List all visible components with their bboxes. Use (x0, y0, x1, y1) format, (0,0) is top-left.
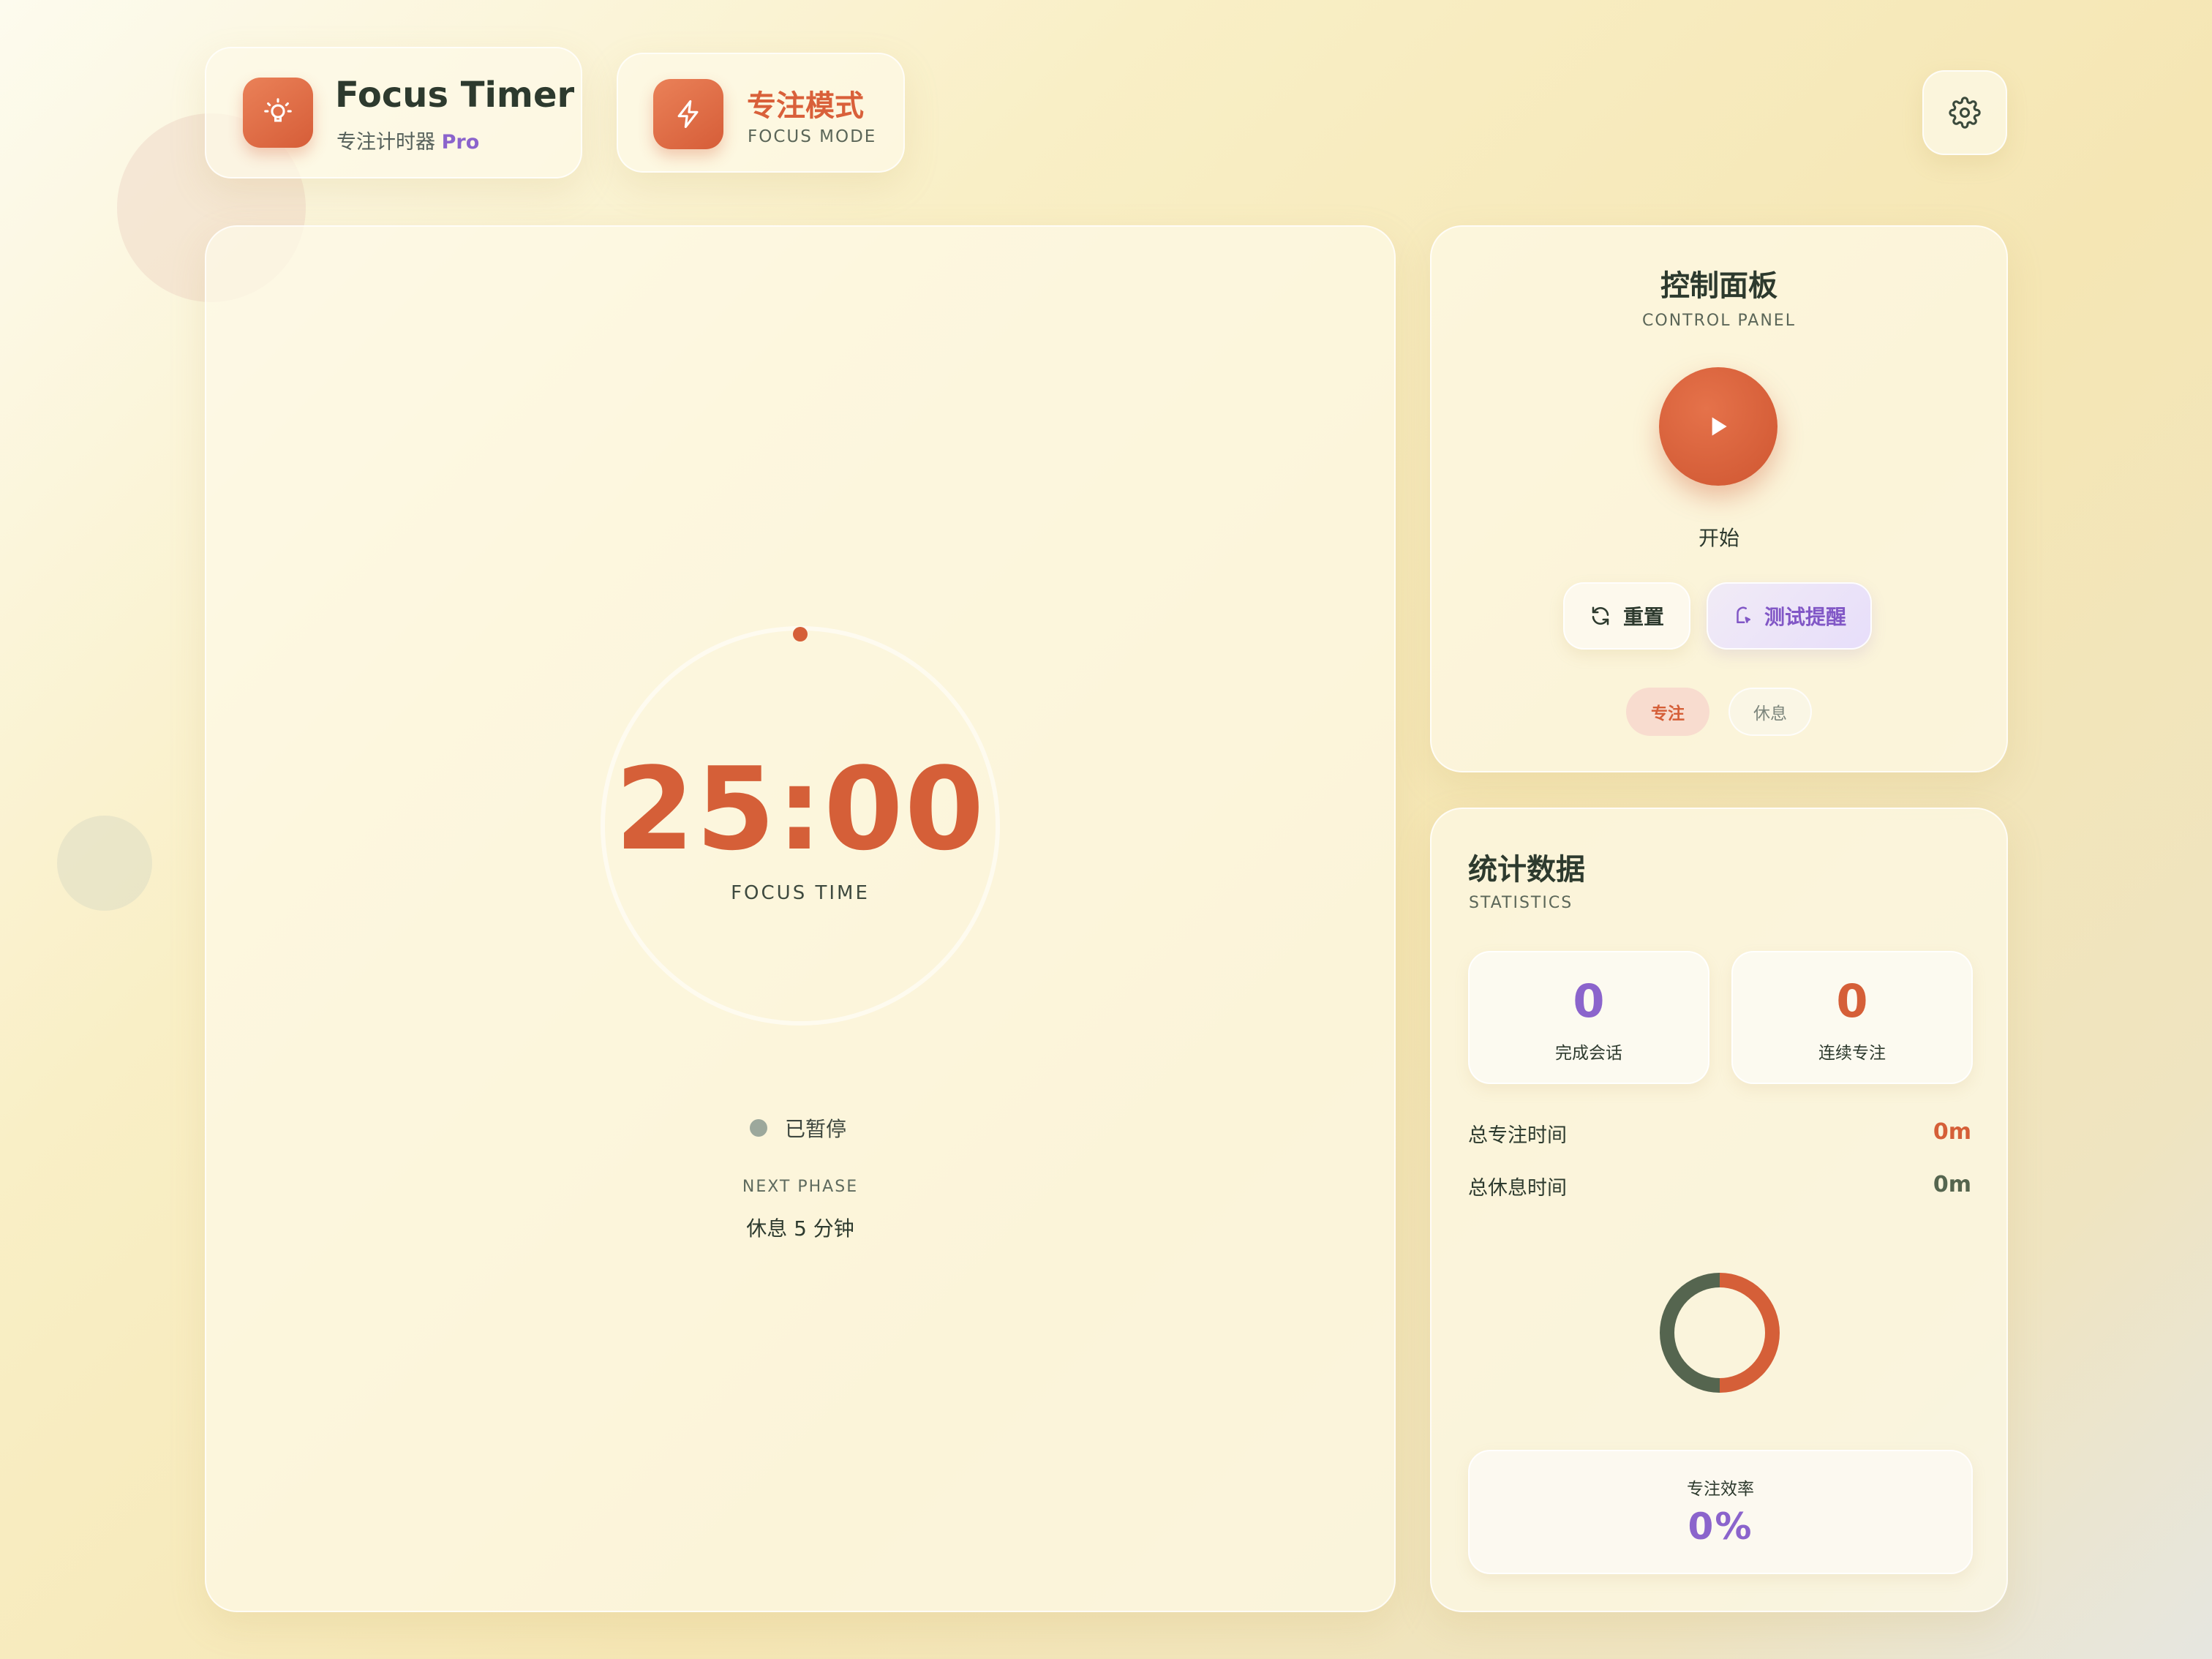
efficiency-label: 专注效率 (1687, 1480, 1754, 1499)
next-phase-value: 休息 5 分钟 (746, 1216, 854, 1241)
bell-icon (1737, 606, 1750, 623)
play-icon (1712, 417, 1727, 436)
start-button[interactable] (1659, 367, 1778, 486)
completed-sessions-label: 完成会话 (1555, 1044, 1622, 1063)
efficiency-box: 专注效率 0% (1468, 1450, 1973, 1574)
timer-display: 25:00 (614, 742, 986, 876)
focus-rest-donut (1660, 1273, 1780, 1393)
status-dot (750, 1119, 767, 1137)
donut-rest-arc (1660, 1273, 1720, 1393)
focus-streak-label: 连续专注 (1818, 1044, 1886, 1063)
lightbulb-icon (243, 78, 313, 148)
completed-sessions-tile: 0 完成会话 (1468, 951, 1709, 1084)
control-panel-subtitle: CONTROL PANEL (1642, 312, 1796, 330)
refresh-icon (1592, 606, 1609, 625)
efficiency-value: 0% (1688, 1505, 1753, 1548)
test-alert-button[interactable]: 测试提醒 (1707, 582, 1872, 650)
lightning-icon (653, 79, 723, 149)
donut-focus-arc (1719, 1273, 1780, 1393)
progress-indicator-dot (793, 627, 808, 642)
app-title: Focus Timer (335, 75, 575, 116)
next-phase-label: NEXT PHASE (742, 1178, 859, 1196)
mode-subtitle: FOCUS MODE (748, 127, 877, 146)
pro-badge: Pro (441, 131, 480, 154)
mode-title: 专注模式 (747, 89, 864, 123)
total-rest-label: 总休息时间 (1468, 1177, 1567, 1200)
control-panel-title: 控制面板 (1660, 269, 1778, 303)
reset-button[interactable]: 重置 (1563, 582, 1690, 650)
brand-card: Focus Timer 专注计时器 Pro (205, 47, 582, 178)
test-alert-label: 测试提醒 (1764, 605, 1846, 629)
focus-streak-value: 0 (1836, 974, 1868, 1028)
statistics-subtitle: STATISTICS (1469, 894, 1573, 912)
mode-card[interactable]: 专注模式 FOCUS MODE (617, 53, 905, 173)
total-focus-value: 0m (1933, 1119, 1971, 1145)
control-panel: 控制面板 CONTROL PANEL 开始 重置 测试提醒 专注 休息 (1430, 225, 2008, 772)
reset-label: 重置 (1622, 605, 1664, 629)
app-subtitle: 专注计时器 Pro (336, 131, 480, 154)
completed-sessions-value: 0 (1573, 974, 1605, 1028)
timer-phase-label: FOCUS TIME (731, 882, 870, 904)
mode-chip-focus[interactable]: 专注 (1626, 688, 1709, 736)
statistics-title: 统计数据 (1468, 853, 1585, 887)
decor-blob (57, 816, 152, 911)
mode-chip-rest[interactable]: 休息 (1728, 688, 1812, 736)
settings-button[interactable] (1922, 70, 2007, 155)
gear-icon (1949, 97, 1981, 129)
timer-status: 已暂停 (750, 1113, 846, 1143)
focus-streak-tile: 0 连续专注 (1731, 951, 1973, 1084)
start-label: 开始 (1698, 526, 1739, 550)
statistics-panel: 统计数据 STATISTICS 0 完成会话 0 连续专注 总专注时间 0m 总… (1430, 808, 2008, 1612)
status-text: 已暂停 (785, 1117, 847, 1141)
total-focus-label: 总专注时间 (1468, 1124, 1567, 1147)
total-rest-value: 0m (1933, 1172, 1971, 1197)
